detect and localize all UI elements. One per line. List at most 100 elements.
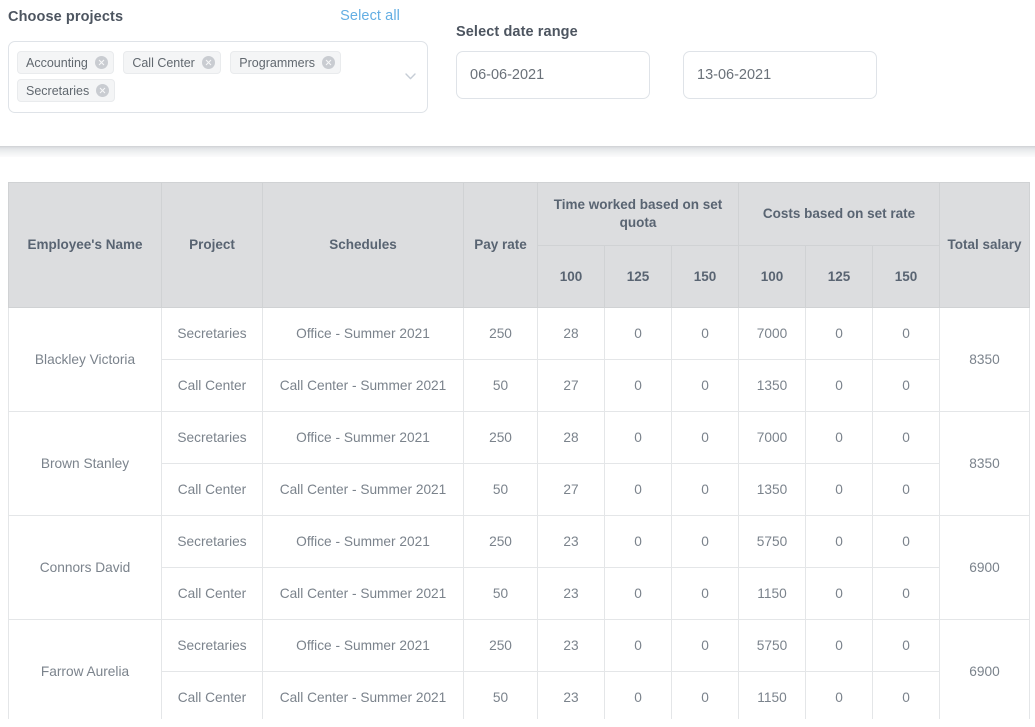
table-row[interactable]: Farrow Aurelia Secretaries Office - Summer…: [8, 619, 1031, 724]
cell-schedule: Office - Summer 2021: [262, 307, 464, 360]
cell-cost-150: 0: [871, 463, 941, 516]
date-range-label: Select date range: [456, 24, 578, 40]
choose-projects-label: Choose projects: [8, 9, 124, 25]
remove-chip-icon[interactable]: [96, 84, 110, 97]
cell-time-100: 27: [537, 359, 605, 412]
project-chip[interactable]: Programmers: [230, 51, 342, 74]
col-header-cost-125[interactable]: 125: [805, 245, 873, 308]
cell-time-150: 0: [671, 307, 739, 360]
table-row[interactable]: Call Center Call Center - Summer 2021 50 27…: [9, 359, 1030, 412]
cell-total-salary: 8350: [939, 411, 1031, 516]
project-chip[interactable]: Accounting: [17, 51, 114, 74]
cell-time-150: 0: [671, 515, 739, 568]
cell-cost-100: 1150: [738, 671, 806, 724]
table-row[interactable]: Call Center Call Center - Summer 2021 50 23…: [9, 671, 1030, 724]
table-row[interactable]: Brown Stanley Secretaries Office - Summer …: [8, 411, 1031, 516]
remove-chip-icon[interactable]: [94, 56, 108, 69]
cell-time-150: 0: [671, 411, 739, 464]
cell-cost-100: 5750: [738, 619, 806, 672]
remove-chip-icon[interactable]: [322, 56, 336, 69]
cell-time-100: 28: [537, 411, 605, 464]
cell-cost-150: 0: [871, 671, 941, 724]
col-header-time-125[interactable]: 125: [604, 245, 672, 308]
cell-schedule: Call Center - Summer 2021: [262, 671, 464, 724]
section-divider: [0, 146, 1035, 157]
cell-pay-rate: 250: [463, 619, 538, 672]
table-head: Employee's Name Project Schedules Pay ra…: [8, 182, 1031, 308]
cell-time-150: 0: [671, 671, 739, 724]
cell-time-125: 0: [604, 411, 672, 464]
cell-time-125: 0: [604, 619, 672, 672]
col-header-project[interactable]: Project: [161, 182, 263, 308]
table-body: Blackley Victoria Secretaries Office - Sum…: [8, 307, 1031, 724]
cell-time-100: 23: [537, 515, 605, 568]
project-chip[interactable]: Secretaries: [17, 79, 116, 102]
cell-pay-rate: 250: [463, 307, 538, 360]
project-chip-label: Call Center: [132, 55, 195, 70]
cell-pay-rate: 50: [463, 671, 538, 724]
col-header-total-salary[interactable]: Total salary: [939, 182, 1031, 308]
cell-cost-125: 0: [805, 671, 873, 724]
choose-projects-header: Choose projects Select all: [8, 8, 428, 32]
cell-schedule: Office - Summer 2021: [262, 411, 464, 464]
cell-project: Call Center: [161, 359, 263, 412]
cell-project: Call Center: [161, 463, 263, 516]
cell-cost-100: 1350: [738, 359, 806, 412]
col-header-time-100[interactable]: 100: [537, 245, 605, 308]
cell-employee-name: Connors David: [8, 515, 162, 620]
date-from-input[interactable]: 06-06-2021: [456, 51, 650, 99]
cell-cost-100: 7000: [738, 307, 806, 360]
cell-total-salary: 8350: [939, 307, 1031, 412]
cell-cost-150: 0: [871, 359, 941, 412]
project-chip[interactable]: Call Center: [123, 51, 221, 74]
table-row[interactable]: Call Center Call Center - Summer 2021 50 23…: [9, 567, 1030, 620]
cell-cost-125: 0: [805, 463, 873, 516]
table-row[interactable]: Connors David Secretaries Office - Summer …: [8, 515, 1031, 620]
project-chip-label: Accounting: [26, 55, 88, 70]
col-header-employee-name[interactable]: Employee's Name: [8, 182, 162, 308]
cell-cost-100: 5750: [738, 515, 806, 568]
table-row[interactable]: Blackley Victoria Secretaries Office - Sum…: [8, 307, 1031, 412]
remove-chip-icon[interactable]: [201, 56, 215, 69]
date-range-block: Select date range 06-06-2021 13-06-2021: [456, 23, 886, 99]
cell-time-100: 23: [537, 671, 605, 724]
cell-project: Secretaries: [161, 515, 263, 568]
cell-time-150: 0: [671, 619, 739, 672]
cell-project: Call Center: [161, 567, 263, 620]
cell-time-150: 0: [671, 463, 739, 516]
cell-time-125: 0: [604, 359, 672, 412]
col-header-time-150[interactable]: 150: [671, 245, 739, 308]
project-chip-label: Programmers: [239, 55, 316, 70]
col-header-time-group: Time worked based on set quota: [537, 182, 739, 246]
col-header-schedules[interactable]: Schedules: [262, 182, 464, 308]
cell-pay-rate: 250: [463, 515, 538, 568]
cell-cost-150: 0: [871, 307, 941, 360]
date-inputs: 06-06-2021 13-06-2021: [456, 51, 886, 99]
cell-cost-125: 0: [805, 567, 873, 620]
select-all-link[interactable]: Select all: [340, 8, 400, 24]
header-row-primary: Employee's Name Project Schedules Pay ra…: [8, 182, 1031, 308]
cell-pay-rate: 250: [463, 411, 538, 464]
cell-time-100: 23: [537, 619, 605, 672]
cell-time-100: 28: [537, 307, 605, 360]
cell-time-125: 0: [604, 463, 672, 516]
cell-cost-125: 0: [805, 515, 873, 568]
col-header-cost-100[interactable]: 100: [738, 245, 806, 308]
col-header-cost-150[interactable]: 150: [871, 245, 941, 308]
chevron-down-icon[interactable]: [405, 73, 416, 80]
cell-schedule: Office - Summer 2021: [262, 515, 464, 568]
cell-cost-150: 0: [871, 411, 941, 464]
projects-multiselect[interactable]: Accounting Call Center Programmers Secre…: [8, 41, 428, 113]
cell-schedule: Call Center - Summer 2021: [262, 567, 464, 620]
date-to-input[interactable]: 13-06-2021: [683, 51, 877, 99]
cell-time-125: 0: [604, 515, 672, 568]
cell-cost-150: 0: [871, 515, 941, 568]
cell-time-150: 0: [671, 359, 739, 412]
cell-employee-name: Blackley Victoria: [8, 307, 162, 412]
col-header-costs-group: Costs based on set rate: [737, 182, 941, 246]
cell-total-salary: 6900: [939, 515, 1031, 620]
table-row[interactable]: Call Center Call Center - Summer 2021 50 27…: [9, 463, 1030, 516]
col-header-pay-rate[interactable]: Pay rate: [463, 182, 538, 308]
cell-time-125: 0: [604, 307, 672, 360]
cell-schedule: Office - Summer 2021: [262, 619, 464, 672]
